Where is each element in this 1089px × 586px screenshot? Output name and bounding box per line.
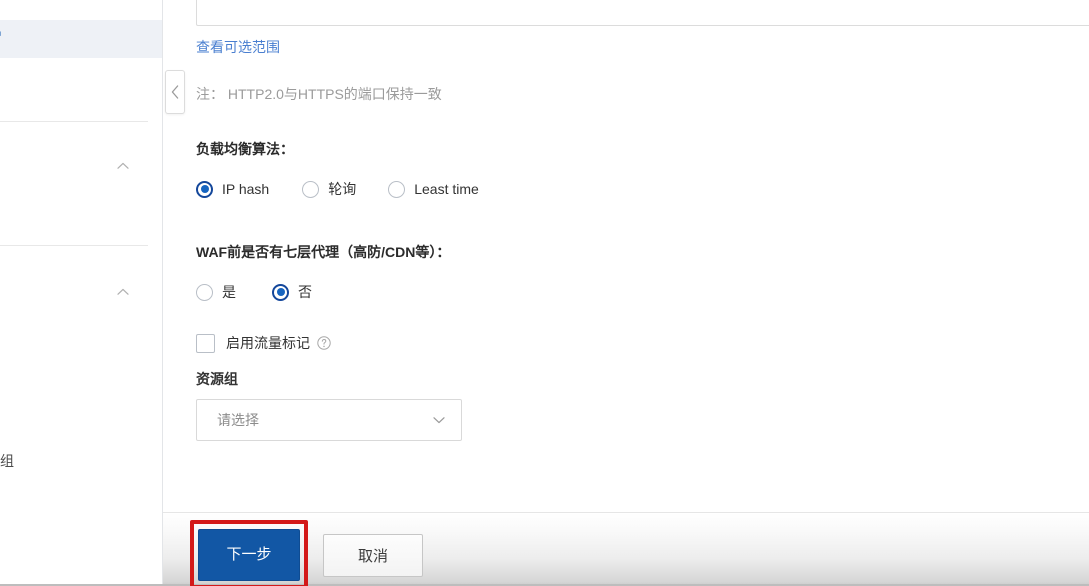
sidebar-collapse-handle[interactable] [165, 70, 185, 114]
lb-algorithm-radio-0[interactable]: IP hash [196, 180, 270, 198]
waf-proxy-radio-group: 是否 [196, 282, 312, 302]
next-step-button[interactable]: 下一步 [198, 529, 300, 581]
lb-algorithm-radio-2[interactable]: Least time [388, 180, 479, 198]
chevron-left-icon [171, 85, 179, 99]
sidebar-item-1[interactable]: 则 [0, 62, 162, 100]
sidebar-item-label: 则组 [0, 453, 14, 469]
port-input[interactable] [196, 0, 1089, 26]
resource-group-placeholder: 请选择 [217, 412, 259, 428]
sidebar-section-chevron-up-icon-0[interactable] [115, 158, 131, 174]
sidebar-item-0[interactable]: ↖ [0, 20, 162, 58]
radio-mark [388, 180, 406, 198]
lb-algorithm-radio-group: IP hash 轮询 Least time [196, 179, 479, 199]
enable-traffic-mark-checkbox[interactable]: 启用流量标记 [196, 333, 331, 353]
main-content: 查看可选范围 注： HTTP2.0与HTTPS的端口保持一致 负载均衡算法： I… [163, 0, 1089, 586]
form-area: 查看可选范围 注： HTTP2.0与HTTPS的端口保持一致 负载均衡算法： I… [163, 0, 1089, 512]
sidebar-section-chevron-up-icon-1[interactable] [115, 284, 131, 300]
sidebar-divider-0 [0, 121, 148, 122]
waf-proxy-radio-1[interactable]: 否 [272, 282, 312, 302]
view-range-link[interactable]: 查看可选范围 [196, 37, 280, 57]
waf-proxy-radio-label: 否 [298, 284, 312, 300]
radio-mark [196, 180, 213, 198]
lb-algorithm-radio-label: IP hash [222, 181, 270, 197]
lb-algorithm-radio-label: Least time [414, 181, 479, 197]
footer-action-bar: 下一步 取消 [163, 512, 1089, 586]
sidebar-divider-1 [0, 245, 148, 246]
resource-group-label: 资源组 [196, 371, 238, 387]
sidebar-item-3[interactable]: 息 [0, 318, 162, 348]
sidebar-selected-item-glyph: ⇗ [0, 26, 3, 44]
waf-proxy-radio-label: 是 [222, 284, 236, 300]
sidebar-item-4[interactable]: 置 [0, 360, 162, 390]
lb-algorithm-radio-label: 轮询 [328, 181, 357, 197]
left-sidebar: ↖则属息置置则组⇗ [0, 0, 163, 586]
checkbox-mark [196, 333, 215, 353]
lb-algorithm-radio-1[interactable]: 轮询 [302, 179, 356, 199]
waf-proxy-radio-0[interactable]: 是 [196, 282, 236, 302]
sidebar-item-5[interactable]: 置 [0, 402, 162, 432]
sidebar-item-2[interactable]: 属 [0, 185, 162, 215]
resource-group-select[interactable]: 请选择 [196, 399, 462, 441]
radio-mark [302, 180, 320, 198]
question-circle-icon[interactable] [317, 336, 331, 350]
application-window: ↖则属息置置则组⇗ 查看可选范围 注： HTTP2.0与HTTPS的端口保持一致… [0, 0, 1089, 586]
chevron-down-icon [431, 412, 447, 428]
port-note-text: 注： HTTP2.0与HTTPS的端口保持一致 [196, 86, 442, 102]
radio-mark [272, 283, 289, 301]
enable-traffic-mark-label: 启用流量标记 [226, 335, 310, 351]
sidebar-item-6[interactable]: 则组 [0, 446, 162, 476]
waf-proxy-label: WAF前是否有七层代理（高防/CDN等）： [196, 244, 451, 260]
cancel-button[interactable]: 取消 [323, 534, 423, 577]
radio-mark [196, 283, 213, 301]
lb-algorithm-label: 负载均衡算法： [196, 141, 294, 157]
